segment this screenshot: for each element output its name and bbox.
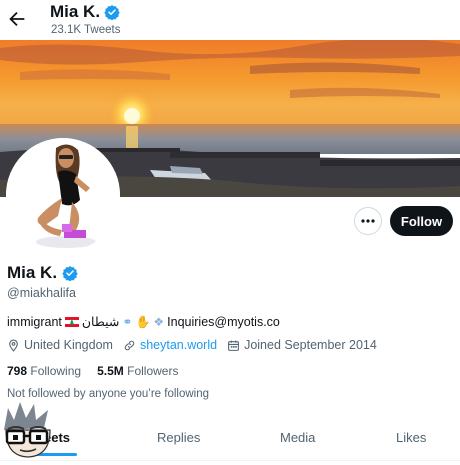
followed-by-note: Not followed by anyone you’re following [7,388,210,400]
lebanon-flag-icon [64,316,79,327]
joined-text: Joined September 2014 [244,338,377,352]
verified-badge-icon[interactable] [62,265,78,281]
profile-meta: United Kingdom sheytan.world Joined Sept… [7,338,387,352]
dna-emoji-icon: ⚭ [122,314,133,329]
profile-avatar[interactable] [6,138,120,252]
following-link[interactable]: 798 Following [7,364,81,378]
location-pin-icon [9,339,18,352]
profile-name: Mia K. [7,263,78,283]
avatar-illustration [6,138,120,252]
followers-count: 5.5M [97,364,124,378]
tab-likes[interactable]: Likes [396,430,426,445]
cartoon-face-watermark [0,400,58,460]
bio-inquiries: Inquiries@myotis.co [167,314,280,329]
location-item: United Kingdom [7,338,113,352]
top-bar: Mia K. 23.1K Tweets [0,0,460,40]
calendar-icon [228,340,239,351]
tab-replies[interactable]: Replies [157,430,200,445]
link-icon [124,340,135,350]
tweet-count: 23.1K Tweets [51,24,121,36]
header-name: Mia K. [50,2,101,21]
profile-handle: @miakhalifa [7,286,76,300]
shell-emoji-icon: ❖ [153,314,165,329]
back-arrow-icon[interactable] [6,8,28,30]
more-options-button[interactable] [354,207,382,235]
bio-prefix: immigrant [7,314,62,329]
following-count: 798 [7,364,28,378]
tab-media[interactable]: Media [280,430,315,445]
following-label: Following [30,364,82,378]
followers-link[interactable]: 5.5M Followers [97,364,178,378]
more-dots-icon [361,219,375,223]
hamsa-emoji-icon: ✋ [135,314,151,329]
bio-arabic: شيطان [81,315,120,329]
header-title: Mia K. [50,2,120,22]
joined-item: Joined September 2014 [227,338,377,352]
location-text: United Kingdom [24,338,113,352]
website-link[interactable]: sheytan.world [140,338,217,352]
cartoon-face-icon [4,402,51,458]
website-item: sheytan.world [123,338,217,352]
followers-label: Followers [127,364,179,378]
profile-bio: immigrant شيطان ⚭ ✋ ❖ Inquiries@myotis.c… [7,314,280,330]
follow-counts: 798 Following 5.5M Followers [7,364,178,378]
follow-button[interactable]: Follow [390,206,453,236]
verified-badge-icon [104,5,120,20]
profile-name-text: Mia K. [7,263,58,282]
